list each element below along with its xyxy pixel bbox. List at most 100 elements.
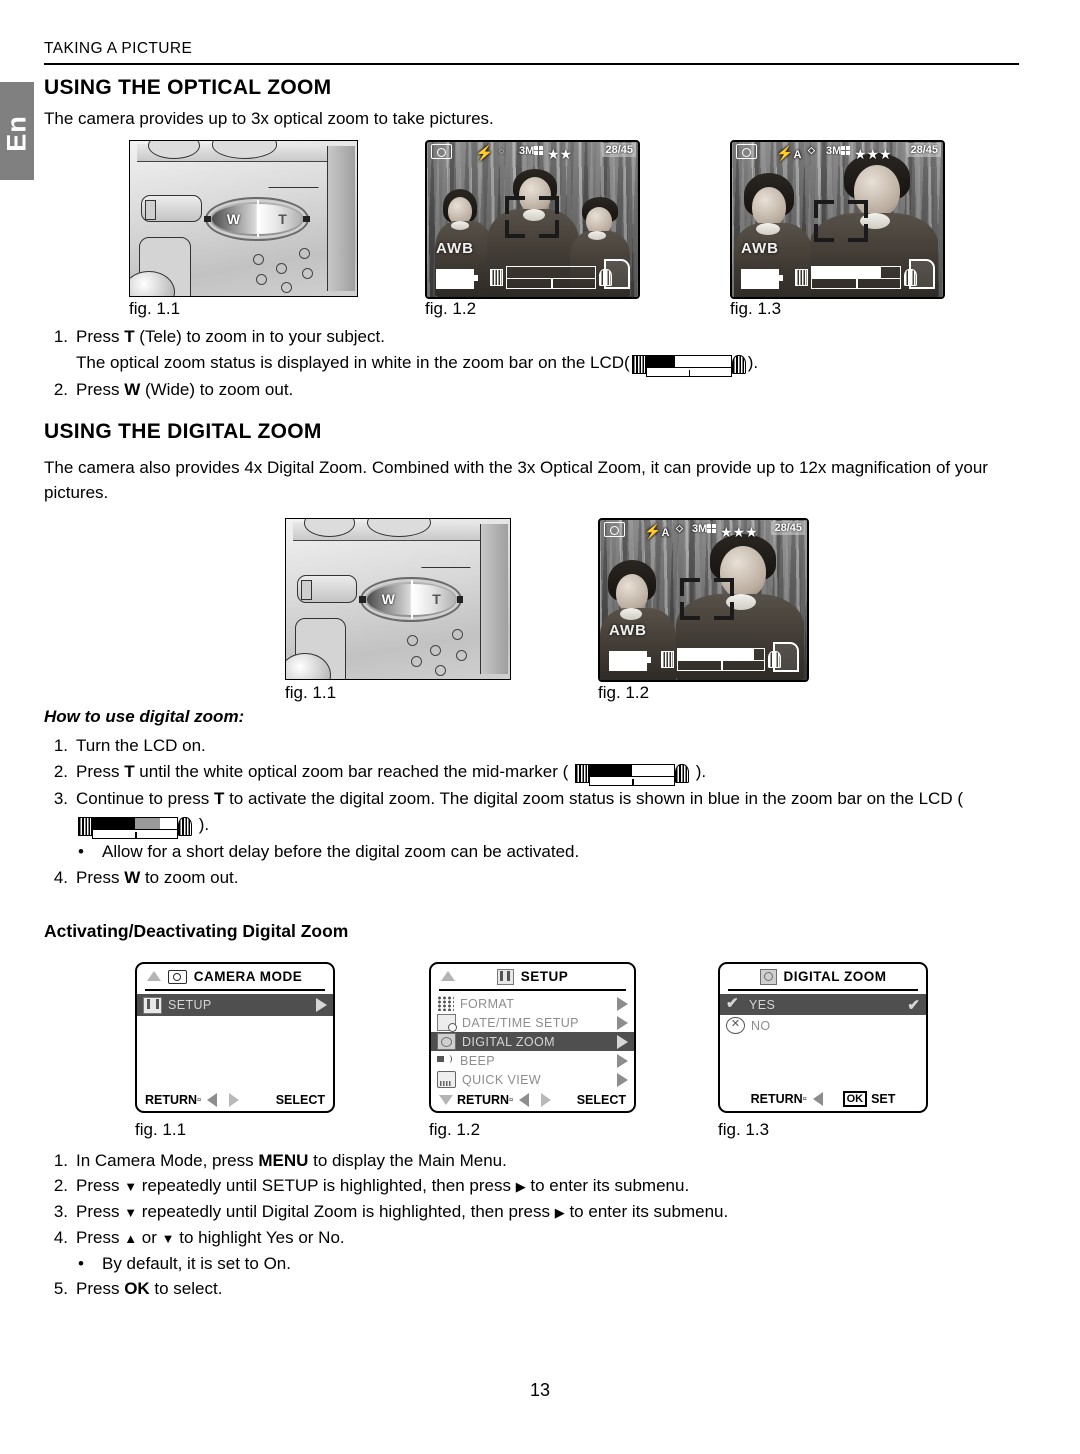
scroll-up-arrow-icon	[147, 971, 161, 981]
zoom-bar-fill	[678, 649, 754, 660]
white-balance-indicator: AWB	[436, 240, 474, 257]
battery-icon	[609, 651, 651, 671]
wide-button-label: W	[381, 591, 395, 608]
figure-camera-zoom-rocker-1: W T	[129, 140, 358, 297]
step-text-c: to activate the digital zoom. The digita…	[224, 789, 963, 808]
arrow-down-icon: ▼	[124, 1205, 138, 1220]
menu-item-label: FORMAT	[460, 996, 515, 1011]
resolution-indicator: 3M	[692, 524, 717, 535]
steps-optical-zoom: 1. Press T (Tele) to zoom in to your sub…	[44, 324, 1004, 403]
wide-icon	[490, 269, 503, 286]
bullet-marker: •	[78, 1254, 84, 1273]
step-text-a: Press	[76, 868, 125, 887]
step-text-a: Press	[76, 1176, 125, 1195]
resolution-indicator: 3M	[519, 145, 544, 157]
select-label: SELECT	[576, 1093, 626, 1107]
quick-view-icon	[437, 1071, 456, 1088]
step-text-a: In Camera Mode, press	[76, 1151, 259, 1170]
step-text-d: ).	[691, 762, 707, 781]
menu-footer: RETURN ▫ OK SET	[750, 1091, 896, 1107]
zoom-rocker-button[interactable]: W T	[203, 196, 310, 242]
camera-icon	[736, 144, 757, 159]
step-text-b: (Wide) to zoom out.	[140, 380, 294, 399]
menu-item-date-time-setup[interactable]: DATE/TIME SETUP	[431, 1013, 634, 1032]
set-label: SET	[871, 1092, 896, 1106]
focus-frame	[680, 578, 734, 620]
arrow-right-icon: ▶	[554, 1205, 565, 1220]
return-label: RETURN	[457, 1093, 510, 1107]
step-bullet: • Allow for a short delay before the dig…	[44, 839, 1004, 865]
self-timer-icon: ◇	[676, 523, 683, 533]
steps-activating-digital-zoom: 1. In Camera Mode, press MENU to display…	[44, 1148, 1004, 1301]
menu-item-setup[interactable]: SETUP	[137, 994, 333, 1016]
intro-optical-zoom: The camera provides up to 3x optical zoo…	[44, 109, 494, 128]
self-timer-icon: ◇	[808, 145, 815, 155]
zoom-rocker-right-cap	[456, 596, 464, 603]
menu-item-yes[interactable]: ✔ YES ✔	[720, 994, 926, 1015]
resolution-label: 3M	[519, 145, 535, 157]
zoom-bar-scale	[677, 661, 765, 671]
return-label: RETURN	[145, 1093, 198, 1107]
chevron-right-icon	[617, 1053, 628, 1068]
camera-slot	[297, 575, 358, 603]
digital-zoom-icon	[759, 968, 777, 985]
tele-icon	[178, 817, 192, 836]
quality-stars: ★★★	[854, 146, 892, 162]
step-item: 1. In Camera Mode, press MENU to display…	[44, 1148, 1004, 1173]
camera-slot	[141, 195, 203, 223]
step-text-c: to select.	[149, 1279, 223, 1298]
step-number: 5.	[53, 1279, 68, 1298]
header-rule	[44, 63, 1019, 65]
menu-item-no[interactable]: ✕ NO	[720, 1015, 926, 1036]
zoom-rocker-left-cap	[358, 596, 366, 603]
white-balance-indicator: AWB	[609, 622, 647, 639]
arrow-right-icon	[229, 1093, 239, 1107]
step-bullet: • By default, it is set to On.	[44, 1251, 1004, 1276]
figure-lcd-optical-tele: ⚡A ◇ 3M ★★★ 28/45 AWB	[730, 140, 945, 299]
step-item: 2. Press W (Wide) to zoom out.	[44, 377, 1004, 403]
menu-item-beep[interactable]: BEEP	[431, 1051, 634, 1070]
flash-icon: ⚡	[475, 145, 494, 162]
lcd-overlay-ui: ⚡ ○ 3M ★★ 28/45 AWB	[427, 142, 638, 297]
resolution-indicator: 3M	[826, 145, 851, 157]
figure-caption-1-1-optical: fig. 1.1	[129, 299, 181, 318]
menu-item-quick-view[interactable]: QUICK VIEW	[431, 1070, 634, 1089]
selected-check-icon: ✔	[907, 996, 920, 1014]
menu-title-label: DIGITAL ZOOM	[783, 969, 887, 984]
step-key: OK	[124, 1279, 150, 1298]
menu-item-digital-zoom[interactable]: DIGITAL ZOOM	[431, 1032, 634, 1051]
frame-counter: 28/45	[907, 143, 941, 157]
figure-caption-1-3-menu: fig. 1.3	[718, 1120, 770, 1139]
language-tab-label: En	[1, 115, 32, 152]
ok-button-icon: OK	[842, 1091, 868, 1107]
camera-body: W T	[286, 519, 510, 679]
language-tab: En	[0, 82, 34, 180]
figure-caption-1-1-digital: fig. 1.1	[285, 683, 337, 702]
zoom-rocker-button[interactable]: W T	[358, 576, 464, 623]
focus-frame	[505, 196, 559, 238]
step-text-e: to enter its submenu.	[564, 1202, 729, 1221]
step-number: 1.	[53, 327, 68, 346]
figure-caption-1-2-optical: fig. 1.2	[425, 299, 477, 318]
flash-auto-icon: ⚡A	[644, 523, 670, 539]
wide-icon	[795, 269, 808, 286]
step-number: 3.	[53, 1202, 68, 1221]
wide-icon	[78, 817, 92, 836]
heading-digital-zoom: USING THE DIGITAL ZOOM	[44, 420, 322, 443]
zoom-bar-glyph-midmarker	[575, 764, 689, 786]
running-head: TAKING A PICTURE	[44, 40, 193, 57]
tele-icon	[675, 764, 689, 783]
step-key: T	[213, 789, 225, 808]
step-item: 4. Press ▲ or ▼ to highlight Yes or No.	[44, 1225, 1004, 1251]
zoom-rocker-divider	[256, 200, 259, 238]
wide-icon	[661, 651, 674, 668]
format-icon	[437, 996, 454, 1011]
menu-item-label: DIGITAL ZOOM	[462, 1034, 555, 1049]
menu-item-format[interactable]: FORMAT	[431, 994, 634, 1013]
resolution-label: 3M	[826, 145, 842, 157]
frame-counter: 28/45	[602, 143, 636, 157]
step-key: W	[124, 868, 141, 887]
memory-card-icon	[909, 259, 935, 289]
chevron-right-icon	[617, 1015, 628, 1030]
menu-screen-camera-mode: CAMERA MODE SETUP RETURN ▫ SELECT	[135, 962, 335, 1113]
